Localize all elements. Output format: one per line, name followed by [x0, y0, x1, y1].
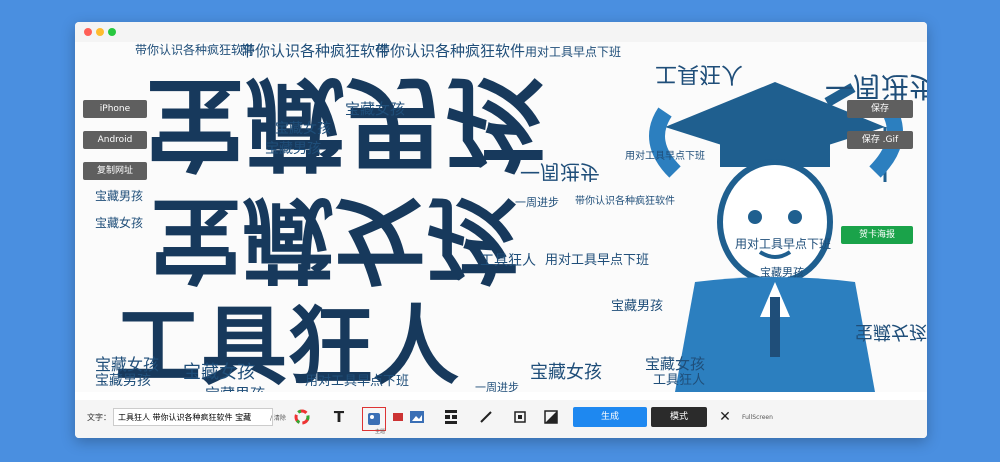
cloud-word: 宝藏男孩 — [265, 141, 321, 157]
fullscreen-link[interactable]: FullScreen — [742, 414, 773, 421]
copy-url-button[interactable]: 复制网址 — [83, 162, 147, 180]
palette-icon[interactable] — [388, 407, 408, 427]
cloud-word: 宝藏女孩 — [95, 355, 160, 374]
save-gif-button[interactable]: 保存 .Gif — [847, 131, 913, 149]
generate-button[interactable]: 生成 — [573, 407, 647, 427]
cloud-word: 一周进步 — [475, 381, 519, 392]
cloud-word: 带你认识各种疯狂软件 — [135, 43, 256, 57]
cloud-word: 宝藏男孩 — [95, 189, 144, 203]
cloud-word: 宝藏女孩 — [275, 121, 331, 137]
cloud-word: 宝藏女孩 — [345, 100, 406, 118]
cloud-word: 宝藏男孩 — [760, 266, 804, 279]
cloud-word: 一周进步 — [825, 70, 927, 103]
clear-link[interactable]: / 清除 — [270, 413, 286, 422]
save-button[interactable]: 保存 — [847, 100, 913, 118]
cloud-word: 工具狂人 — [480, 253, 536, 269]
cloud-word: 宝藏女孩 — [95, 216, 144, 230]
cloud-word: 用对工具早点下班 — [545, 253, 650, 268]
text-input[interactable] — [113, 408, 273, 426]
mode-button[interactable]: 模式 — [651, 407, 707, 427]
color-wheel-icon[interactable] — [292, 407, 312, 427]
cloud-word: 带你认识各种疯狂软件 — [240, 42, 391, 60]
app-window: 宝藏男孩 宝藏女孩 工具狂人 带你认识各种疯狂软件 带你认识各种疯狂软件 带你认… — [75, 22, 927, 438]
cloud-word: 用对工具早点下班 — [735, 237, 832, 251]
brush-icon[interactable] — [476, 407, 496, 427]
image-icon[interactable] — [407, 407, 427, 427]
minimize-window-button[interactable] — [96, 28, 104, 36]
cloud-word: 宝藏女孩 — [645, 355, 706, 373]
close-icon[interactable]: ✕ — [715, 407, 735, 427]
theme-tooltip: 主题 — [375, 429, 386, 435]
cloud-word-large: 宝藏女孩 — [150, 185, 519, 292]
cloud-word: 宝藏男孩 — [205, 387, 265, 393]
maximize-window-button[interactable] — [108, 28, 116, 36]
cloud-word: 用对工具早点下班 — [625, 151, 705, 162]
text-label: 文字： — [87, 413, 111, 422]
cloud-word: 工具狂人 — [655, 61, 744, 86]
cloud-word: 用对工具早点下班 — [305, 374, 410, 389]
cloud-word: 宝藏女孩 — [183, 362, 255, 383]
bottom-toolbar: 文字： / 清除 T 主题 生成 模式 ✕ FullScr — [75, 400, 927, 438]
cloud-word: 带你认识各种疯狂软件 — [575, 196, 675, 207]
title-bar — [75, 22, 927, 42]
cloud-word: 带你认识各种疯狂软件 — [375, 42, 526, 60]
cloud-word: 用对工具早点下班 — [525, 45, 622, 59]
background-icon[interactable] — [541, 407, 561, 427]
font-icon[interactable]: T — [329, 407, 349, 427]
cloud-word: 宝藏男孩 — [95, 373, 151, 389]
shape-icon[interactable] — [510, 407, 530, 427]
greeting-poster-button[interactable]: 贺卡海报 — [841, 226, 913, 244]
word-cloud-canvas: 宝藏男孩 宝藏女孩 工具狂人 带你认识各种疯狂软件 带你认识各种疯狂软件 带你认… — [75, 42, 927, 392]
cloud-word: 宝藏女孩 — [855, 321, 927, 342]
cloud-word: 一周进步 — [520, 160, 600, 184]
cloud-word: 工具狂人 — [653, 373, 706, 388]
cloud-word-large: 宝藏男孩 — [145, 64, 545, 181]
iphone-button[interactable]: iPhone — [83, 100, 147, 118]
android-button[interactable]: Android — [83, 131, 147, 149]
close-window-button[interactable] — [84, 28, 92, 36]
layout-icon[interactable] — [441, 407, 461, 427]
cloud-word: 宝藏女孩 — [530, 362, 602, 383]
cloud-word: 一周进步 — [515, 196, 559, 209]
cloud-word: 宝藏男孩 — [611, 299, 664, 314]
